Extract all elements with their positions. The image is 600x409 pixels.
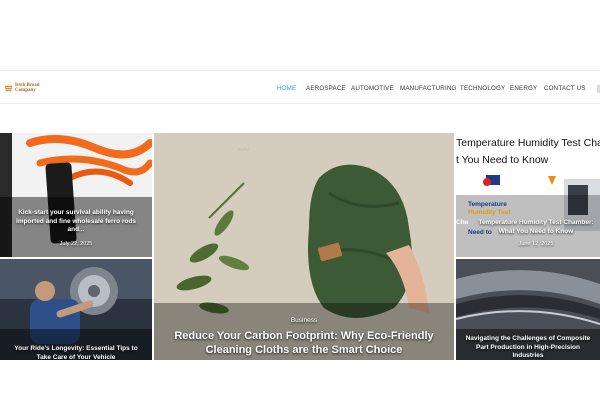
featured-post-card[interactable]: ~~ Business Reduce Your Carbon Footprint… [154, 133, 454, 360]
post-category[interactable]: Business [154, 317, 454, 324]
featured-post-image: ~~ [154, 133, 454, 360]
box-label: Temperature [468, 201, 507, 208]
banner-text-line2: t You Need to Know [456, 154, 549, 166]
post-image-humidity-chamber [456, 133, 600, 257]
site-header: Irish Bread Company HOME AEROSPACE AUTOM… [0, 70, 600, 104]
box-label: Humidity Test [468, 209, 511, 216]
nav-item-automotive[interactable]: AUTOMOTIVE [351, 85, 394, 92]
nav-item-contact-us[interactable]: CONTACT US [544, 85, 586, 92]
post-card-ferro-rods[interactable]: Kick-start your survival ability having … [0, 133, 152, 257]
box-label: Cha [456, 219, 469, 226]
main-nav: HOME AEROSPACE AUTOMOTIVE MANUFACTURING … [0, 85, 600, 95]
featured-post-title[interactable]: Reduce Your Carbon Footprint: Why Eco-Fr… [164, 329, 444, 357]
post-image-ferro-rods [0, 133, 152, 257]
post-card-vehicle-care[interactable]: Your Ride's Longevity: Essential Tips to… [0, 259, 152, 360]
post-title[interactable]: Kick-start your survival ability having … [8, 209, 144, 235]
nav-item-manufacturing[interactable]: MANUFACTURING [400, 85, 457, 92]
nav-item-energy[interactable]: ENERGY [510, 85, 537, 92]
post-date: July 22, 2025 [59, 241, 93, 247]
post-card-humidity-chamber[interactable]: Temperature Humidity Test Cha t You Need… [456, 133, 600, 257]
nav-item-aerospace[interactable]: AEROSPACE [306, 85, 346, 92]
post-title[interactable]: Navigating the Challenges of Composite P… [460, 335, 596, 360]
featured-posts-grid: Kick-start your survival ability having … [0, 133, 600, 360]
banner-text-line1: Temperature Humidity Test Cha [456, 137, 600, 149]
post-title[interactable]: Your Ride's Longevity: Essential Tips to… [8, 345, 144, 360]
nav-item-technology[interactable]: TECHNOLOGY [460, 85, 505, 92]
svg-text:~~: ~~ [238, 145, 249, 156]
post-card-composite-parts[interactable]: Navigating the Challenges of Composite P… [456, 259, 600, 360]
post-date: June 12, 2025 [518, 241, 554, 247]
post-title[interactable]: Temperature Humidity Test Chamber: What … [474, 219, 598, 236]
nav-item-home[interactable]: HOME [277, 85, 296, 92]
